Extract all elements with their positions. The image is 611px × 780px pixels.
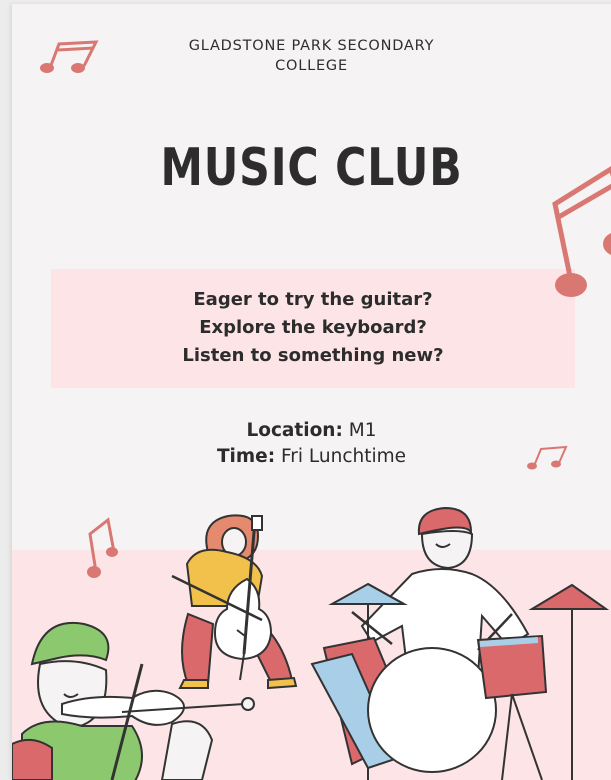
drummer-illustration — [310, 506, 610, 780]
illustrations — [12, 40, 611, 780]
music-note-icon — [552, 166, 611, 297]
music-note-icon — [40, 40, 99, 73]
music-note-icon — [527, 445, 568, 470]
poster: GLADSTONE PARK SECONDARY COLLEGE MUSIC C… — [12, 4, 611, 780]
music-note-icon — [87, 517, 118, 578]
cellist-illustration — [171, 514, 298, 690]
